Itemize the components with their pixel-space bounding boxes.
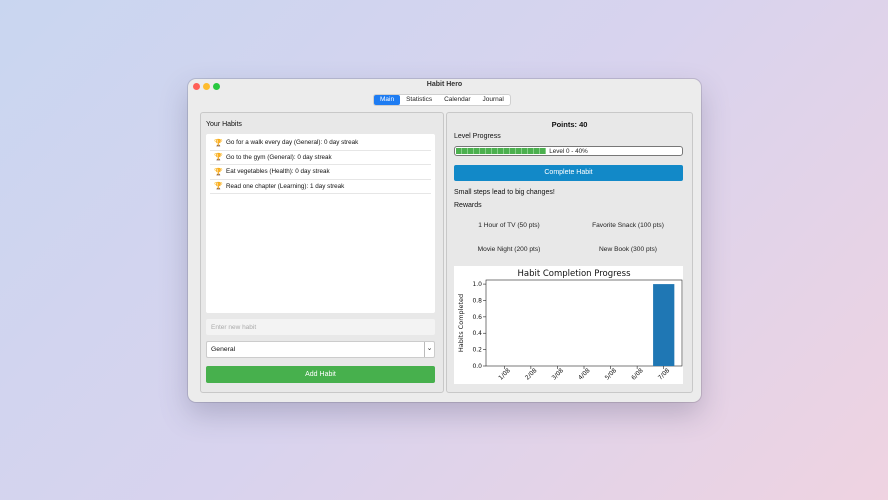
your-habits-heading: Your Habits (206, 121, 242, 128)
tab-bar: Main Statistics Calendar Journal (373, 94, 511, 106)
y-axis-label: Habits Completed (457, 294, 465, 352)
habit-completion-chart: Habit Completion Progress Habits Complet… (454, 266, 683, 384)
x-tick-label: 2/08 (524, 367, 539, 382)
x-tick-label: 7/08 (657, 367, 672, 382)
app-window: Habit Hero Main Statistics Calendar Jour… (188, 79, 701, 402)
x-tick-label: 3/08 (551, 367, 566, 382)
trophy-icon: 🏆 (214, 168, 224, 176)
progress-text: Level 0 - 40% (455, 148, 682, 155)
habit-text: Go to the gym (General): 0 day streak (226, 154, 332, 161)
tab-calendar[interactable]: Calendar (438, 95, 476, 105)
trophy-icon: 🏆 (214, 153, 224, 161)
x-tick-label: 6/08 (630, 367, 645, 382)
list-item[interactable]: 🏆 Read one chapter (Learning): 1 day str… (210, 180, 431, 195)
progress-panel: Points: 40 Level Progress Level 0 - 40% … (446, 112, 693, 393)
reward-item: New Book (300 pts) (573, 246, 683, 253)
y-tick-label: 1.0 (472, 281, 482, 288)
x-tick-label: 1/08 (497, 367, 512, 382)
chart-svg: Habit Completion Progress Habits Complet… (454, 266, 683, 384)
rewards-heading: Rewards (454, 202, 482, 209)
bar (653, 284, 674, 366)
tab-journal[interactable]: Journal (477, 95, 510, 105)
tab-main[interactable]: Main (374, 95, 400, 105)
list-item[interactable]: 🏆 Eat vegetables (Health): 0 day streak (210, 165, 431, 180)
habits-panel: Your Habits 🏆 Go for a walk every day (G… (200, 112, 444, 393)
trophy-icon: 🏆 (214, 139, 224, 147)
x-tick-label: 5/08 (604, 367, 619, 382)
tab-statistics[interactable]: Statistics (400, 95, 438, 105)
level-progress-label: Level Progress (454, 133, 501, 140)
habit-text: Go for a walk every day (General): 0 day… (226, 139, 358, 146)
title-bar: Habit Hero (188, 79, 701, 93)
add-habit-button[interactable]: Add Habit (206, 366, 435, 383)
y-tick-label: 0.6 (472, 314, 482, 321)
habit-list: 🏆 Go for a walk every day (General): 0 d… (206, 134, 435, 313)
complete-habit-button[interactable]: Complete Habit (454, 165, 683, 181)
trophy-icon: 🏆 (214, 182, 224, 190)
reward-item: 1 Hour of TV (50 pts) (454, 222, 564, 229)
reward-item: Movie Night (200 pts) (454, 246, 564, 253)
y-tick-label: 0.8 (472, 297, 482, 304)
list-item[interactable]: 🏆 Go for a walk every day (General): 0 d… (210, 136, 431, 151)
category-select[interactable]: General ⌄ (206, 341, 435, 358)
category-value: General (211, 346, 235, 353)
x-tick-label: 4/08 (577, 367, 592, 382)
y-tick-label: 0.0 (472, 363, 482, 370)
chart-title: Habit Completion Progress (517, 269, 631, 279)
list-item[interactable]: 🏆 Go to the gym (General): 0 day streak (210, 151, 431, 166)
chevron-down-icon: ⌄ (424, 342, 434, 357)
reward-item: Favorite Snack (100 pts) (573, 222, 683, 229)
points-label: Points: 40 (447, 120, 692, 129)
level-progress-bar: Level 0 - 40% (454, 146, 683, 156)
y-tick-label: 0.4 (472, 330, 482, 337)
plot-frame (486, 280, 682, 366)
window-title: Habit Hero (188, 81, 701, 88)
y-tick-label: 0.2 (472, 347, 482, 354)
new-habit-input[interactable] (206, 319, 435, 335)
habit-text: Eat vegetables (Health): 0 day streak (226, 168, 330, 175)
habit-text: Read one chapter (Learning): 1 day strea… (226, 183, 344, 190)
motivation-text: Small steps lead to big changes! (454, 189, 555, 196)
